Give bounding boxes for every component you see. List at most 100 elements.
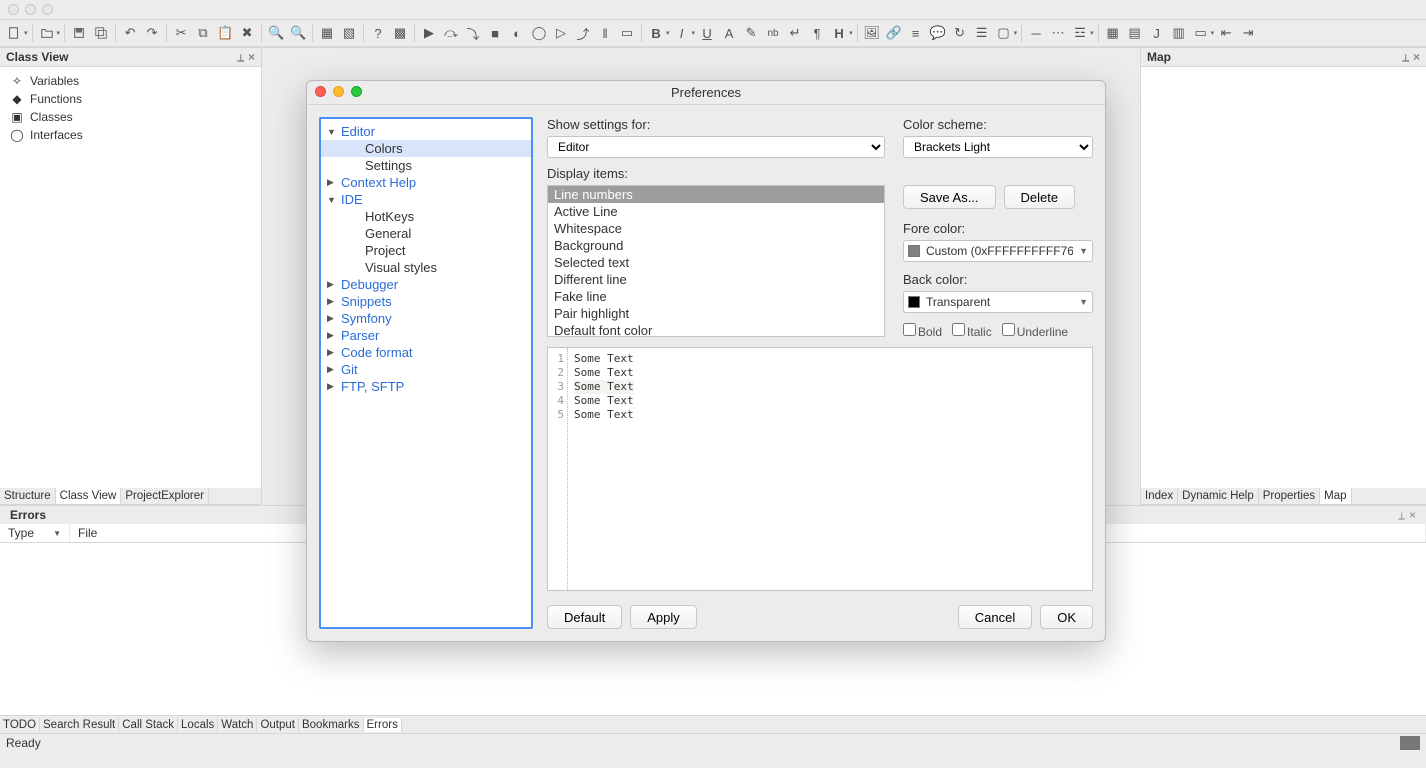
pref-tree-general[interactable]: General bbox=[321, 225, 531, 242]
left-tab-projectexplorer[interactable]: ProjectExplorer bbox=[121, 488, 209, 504]
close-icon[interactable] bbox=[8, 4, 19, 15]
pref-tree-git[interactable]: Git bbox=[321, 361, 531, 378]
bold-button[interactable]: B bbox=[646, 23, 666, 43]
cancel-button[interactable]: Cancel bbox=[958, 605, 1032, 629]
display-item-fake-line[interactable]: Fake line bbox=[548, 288, 884, 305]
bottom-tab-watch[interactable]: Watch bbox=[218, 718, 257, 732]
zoom-icon[interactable] bbox=[42, 4, 53, 15]
pref-tree-debugger[interactable]: Debugger bbox=[321, 276, 531, 293]
pin-icon[interactable] bbox=[1402, 50, 1409, 64]
bottom-tab-bookmarks[interactable]: Bookmarks bbox=[299, 718, 364, 732]
underline-checkbox[interactable]: Underline bbox=[1002, 323, 1068, 339]
pref-tree-ftp-sftp[interactable]: FTP, SFTP bbox=[321, 378, 531, 395]
more-icon[interactable]: ⋯ bbox=[1048, 23, 1068, 43]
step-out-button[interactable]: ⤴ bbox=[573, 23, 593, 43]
display-items-list[interactable]: Line numbersActive LineWhitespaceBackgro… bbox=[547, 185, 885, 337]
table-icon[interactable]: ▦ bbox=[1103, 23, 1123, 43]
newline-icon[interactable]: ↵ bbox=[785, 23, 805, 43]
show-settings-select[interactable]: Editor bbox=[547, 136, 885, 158]
fore-color-select[interactable]: Custom (0xFFFFFFFFFF76 ▼ bbox=[903, 240, 1093, 262]
caret-icon[interactable]: ▾ bbox=[57, 29, 61, 37]
tree-arrow-icon[interactable] bbox=[327, 330, 341, 341]
pref-tree-symfony[interactable]: Symfony bbox=[321, 310, 531, 327]
classview-item-functions[interactable]: ◆Functions bbox=[0, 90, 261, 108]
indent-icon[interactable]: ⇤ bbox=[1216, 23, 1236, 43]
redo-button[interactable]: ↷ bbox=[142, 23, 162, 43]
display-item-whitespace[interactable]: Whitespace bbox=[548, 220, 884, 237]
stop-button[interactable]: ■ bbox=[485, 23, 505, 43]
left-tab-class-view[interactable]: Class View bbox=[56, 488, 122, 504]
display-item-background[interactable]: Background bbox=[548, 237, 884, 254]
display-item-default-font-color[interactable]: Default font color bbox=[548, 322, 884, 337]
right-tab-properties[interactable]: Properties bbox=[1259, 488, 1320, 504]
table2-icon[interactable]: ▤ bbox=[1125, 23, 1145, 43]
delete-button[interactable]: Delete bbox=[1004, 185, 1076, 209]
debug-misc[interactable]: ▭ bbox=[617, 23, 637, 43]
pref-tree-colors[interactable]: Colors bbox=[321, 140, 531, 157]
pref-tree-settings[interactable]: Settings bbox=[321, 157, 531, 174]
left-tab-structure[interactable]: Structure bbox=[0, 488, 56, 504]
display-item-selected-text[interactable]: Selected text bbox=[548, 254, 884, 271]
preferences-tree[interactable]: EditorColorsSettingsContext HelpIDEHotKe… bbox=[319, 117, 533, 629]
back-color-select[interactable]: Transparent ▼ bbox=[903, 291, 1093, 313]
pref-tree-parser[interactable]: Parser bbox=[321, 327, 531, 344]
caret-icon[interactable]: ▾ bbox=[1211, 29, 1215, 37]
close-icon[interactable] bbox=[1413, 50, 1420, 64]
save-as-button[interactable]: Save As... bbox=[903, 185, 996, 209]
image-icon[interactable]: 🖼 bbox=[862, 23, 882, 43]
panel-icon[interactable]: ▭ bbox=[1191, 23, 1211, 43]
bottom-tab-output[interactable]: Output bbox=[257, 718, 299, 732]
tree-arrow-icon[interactable] bbox=[327, 347, 341, 358]
find-button[interactable]: 🔍 bbox=[266, 23, 286, 43]
zoom-icon[interactable] bbox=[351, 86, 362, 97]
nb-icon[interactable]: nb bbox=[763, 23, 783, 43]
open-folder-button[interactable] bbox=[37, 23, 57, 43]
save-all-button[interactable] bbox=[91, 23, 111, 43]
bottom-tab-call-stack[interactable]: Call Stack bbox=[119, 718, 178, 732]
pref-tree-editor[interactable]: Editor bbox=[321, 123, 531, 140]
new-file-button[interactable] bbox=[4, 23, 24, 43]
copy-button[interactable]: ⧉ bbox=[193, 23, 213, 43]
tool-a[interactable]: ▦ bbox=[317, 23, 337, 43]
tree-arrow-icon[interactable] bbox=[327, 177, 341, 188]
pref-tree-hotkeys[interactable]: HotKeys bbox=[321, 208, 531, 225]
right-tab-map[interactable]: Map bbox=[1320, 488, 1351, 504]
italic-checkbox[interactable]: Italic bbox=[952, 323, 992, 339]
delete-button[interactable]: ✖ bbox=[237, 23, 257, 43]
classview-item-variables[interactable]: ⟡Variables bbox=[0, 71, 261, 90]
resize-grip-icon[interactable] bbox=[1400, 736, 1420, 750]
minimize-icon[interactable] bbox=[333, 86, 344, 97]
cut-button[interactable]: ✂ bbox=[171, 23, 191, 43]
step-over-button[interactable]: ⤼ bbox=[441, 23, 461, 43]
italic-button[interactable]: I bbox=[672, 23, 692, 43]
heading-button[interactable]: H bbox=[829, 23, 849, 43]
pilcrow-icon[interactable]: ¶ bbox=[807, 23, 827, 43]
comment-icon[interactable]: 💬 bbox=[928, 23, 948, 43]
col-type[interactable]: Type bbox=[8, 526, 34, 540]
caret-icon[interactable]: ▾ bbox=[849, 29, 853, 37]
run-button[interactable]: ▶ bbox=[419, 23, 439, 43]
classview-item-interfaces[interactable]: ◯Interfaces bbox=[0, 126, 261, 144]
breakpoint-button[interactable]: ◯ bbox=[529, 23, 549, 43]
justify-icon[interactable]: ☰ bbox=[972, 23, 992, 43]
caret-icon[interactable]: ▾ bbox=[24, 29, 28, 37]
classview-item-classes[interactable]: ▣Classes bbox=[0, 108, 261, 126]
bottom-tab-locals[interactable]: Locals bbox=[178, 718, 218, 732]
caret-icon[interactable]: ▾ bbox=[1090, 29, 1094, 37]
underline-button[interactable]: U bbox=[697, 23, 717, 43]
apply-button[interactable]: Apply bbox=[630, 605, 697, 629]
pref-tree-project[interactable]: Project bbox=[321, 242, 531, 259]
pref-tree-code-format[interactable]: Code format bbox=[321, 344, 531, 361]
tree-arrow-icon[interactable] bbox=[327, 127, 341, 137]
close-icon[interactable] bbox=[315, 86, 326, 97]
pause-button[interactable]: ‖ bbox=[595, 23, 615, 43]
close-icon[interactable] bbox=[1409, 508, 1416, 522]
bold-checkbox[interactable]: Bold bbox=[903, 323, 942, 339]
tree-arrow-icon[interactable] bbox=[327, 195, 341, 205]
pref-tree-snippets[interactable]: Snippets bbox=[321, 293, 531, 310]
save-button[interactable] bbox=[69, 23, 89, 43]
tree-arrow-icon[interactable] bbox=[327, 296, 341, 307]
right-tab-index[interactable]: Index bbox=[1141, 488, 1178, 504]
tree-arrow-icon[interactable] bbox=[327, 381, 341, 392]
grid-icon[interactable]: ▩ bbox=[390, 23, 410, 43]
